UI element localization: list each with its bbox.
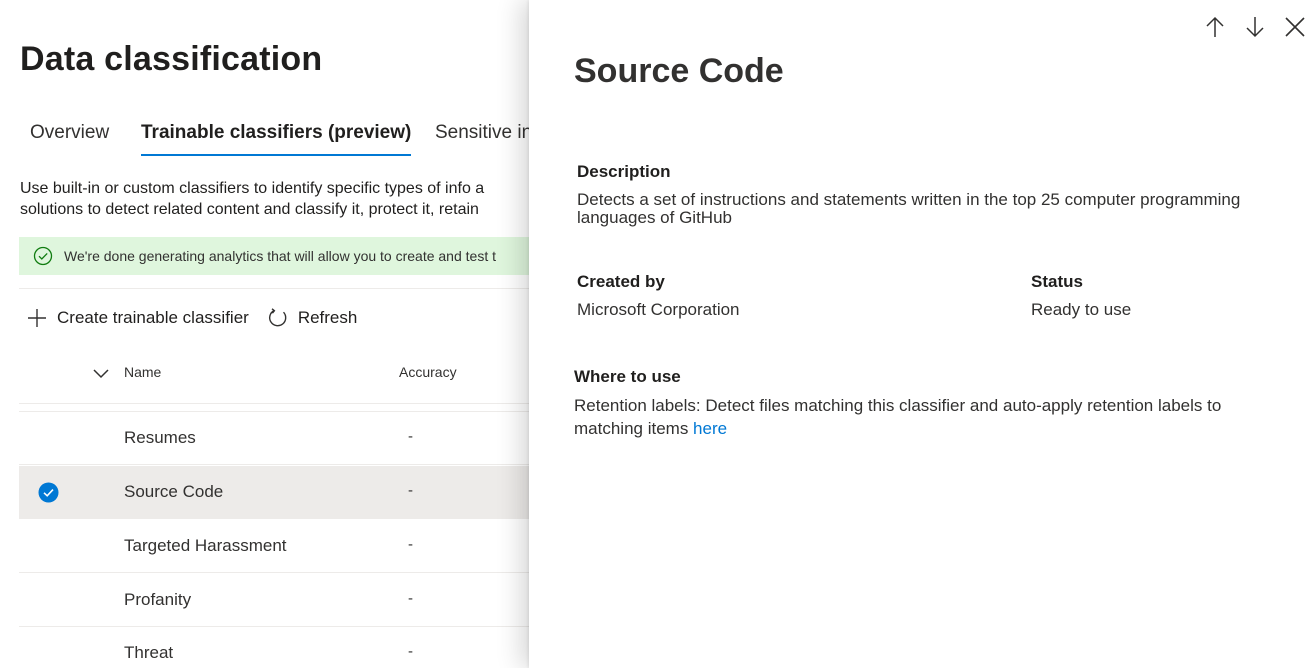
row-accuracy: - <box>408 643 413 660</box>
created-by-value: Microsoft Corporation <box>577 300 740 319</box>
check-circle-icon <box>33 246 53 266</box>
page-title: Data classification <box>20 40 323 78</box>
banner-message: We're done generating analytics that wil… <box>64 248 496 264</box>
row-accuracy: - <box>408 590 413 607</box>
row-name: Threat <box>124 643 174 662</box>
plus-icon <box>28 309 46 327</box>
create-button-label: Create trainable classifier <box>57 308 249 327</box>
row-name: Targeted Harassment <box>124 536 287 555</box>
where-to-use-label: Where to use <box>574 367 681 386</box>
header-divider <box>19 403 539 404</box>
table-row[interactable]: Targeted Harassment - <box>19 520 539 573</box>
here-link[interactable]: here <box>693 419 727 438</box>
tab-sensitive-info-types[interactable]: Sensitive in <box>435 116 532 156</box>
intro-line-2: solutions to detect related content and … <box>20 201 479 218</box>
column-header-name[interactable]: Name <box>124 364 161 380</box>
next-item-button[interactable] <box>1242 14 1268 40</box>
create-trainable-classifier-button[interactable]: Create trainable classifier <box>26 307 249 329</box>
where-line-2-text: matching items <box>574 419 694 438</box>
divider <box>19 288 539 289</box>
row-accuracy: - <box>408 428 413 445</box>
refresh-button-label: Refresh <box>297 308 358 327</box>
created-by-label: Created by <box>577 272 665 291</box>
table-row[interactable]: Profanity - <box>19 574 539 627</box>
row-accuracy: - <box>408 482 413 499</box>
tab-overview[interactable]: Overview <box>30 116 109 156</box>
checkmark-circle-icon[interactable] <box>38 482 59 503</box>
refresh-icon <box>268 308 287 327</box>
details-panel: Source Code Description Detects a set of… <box>529 0 1314 668</box>
table-row[interactable]: Threat - <box>19 627 539 668</box>
close-panel-button[interactable] <box>1282 14 1308 40</box>
column-header-accuracy[interactable]: Accuracy <box>399 364 457 380</box>
row-accuracy: - <box>408 536 413 553</box>
description-value: Detects a set of instructions and statem… <box>577 191 1277 227</box>
intro-line-1: Use built-in or custom classifiers to id… <box>20 180 485 197</box>
close-icon <box>1285 17 1305 37</box>
row-name: Source Code <box>124 482 224 501</box>
row-name: Resumes <box>124 428 196 447</box>
table-row-selected[interactable]: Source Code - <box>19 466 539 519</box>
where-line-1: Retention labels: Detect files matching … <box>574 396 1222 415</box>
arrow-down-icon <box>1246 17 1264 38</box>
page: Data classification Overview Trainable c… <box>0 0 1314 668</box>
description-line-2: languages of GitHub <box>577 208 732 227</box>
success-banner: We're done generating analytics that wil… <box>19 237 539 275</box>
command-bar: Create trainable classifier Refresh <box>26 304 375 332</box>
intro-text: Use built-in or custom classifiers to id… <box>20 178 540 220</box>
status-value: Ready to use <box>1031 300 1132 319</box>
chevron-down-icon[interactable] <box>92 367 110 381</box>
where-to-use-text: Retention labels: Detect files matching … <box>574 394 1274 440</box>
description-label: Description <box>577 162 671 181</box>
refresh-button[interactable]: Refresh <box>267 307 358 329</box>
where-line-2: matching items here <box>574 417 1274 440</box>
tab-trainable-classifiers[interactable]: Trainable classifiers (preview) <box>141 116 412 156</box>
previous-item-button[interactable] <box>1202 14 1228 40</box>
description-line-1: Detects a set of instructions and statem… <box>577 190 1241 209</box>
arrow-up-icon <box>1206 16 1224 37</box>
panel-title: Source Code <box>574 52 784 90</box>
status-label: Status <box>1031 272 1083 291</box>
row-name: Profanity <box>124 590 192 609</box>
table-row[interactable]: Resumes - <box>19 412 539 465</box>
